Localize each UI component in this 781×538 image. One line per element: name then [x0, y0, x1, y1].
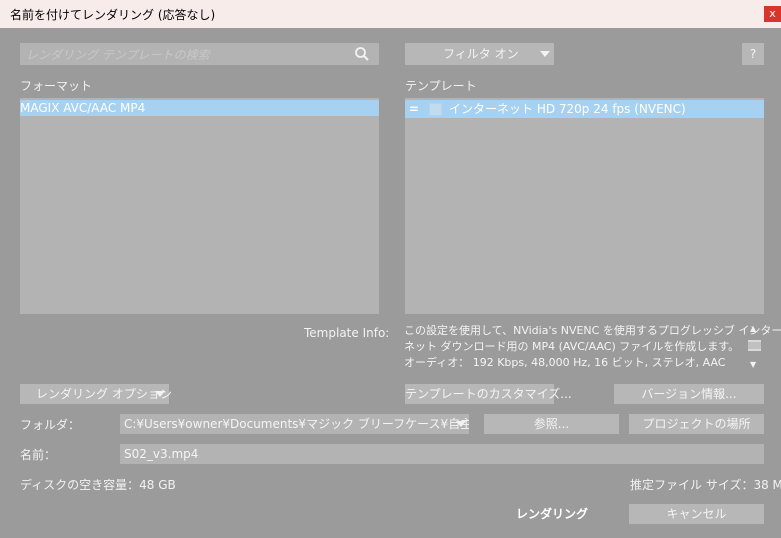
name-label: 名前： [20, 448, 57, 462]
version-info-button[interactable]: バージョン情報... [614, 384, 764, 404]
format-item-selected[interactable]: MAGIX AVC/AAC MP4 [20, 100, 379, 116]
template-list[interactable]: = インターネット HD 720p 24 fps (NVENC) [405, 98, 764, 314]
folder-path-value: C:¥Users¥owner¥Documents¥マジック ブリーフケース¥自主… [124, 417, 469, 431]
template-info-text: この設定を使用して、NVidia's NVENC を使用するプログレッシブ イン… [404, 323, 781, 373]
close-button[interactable]: x [764, 6, 781, 22]
disk-free-space: ディスクの空き容量：48 GB [20, 478, 176, 492]
render-as-dialog: 名前を付けてレンダリング (応答なし) x レンダリング テンプレートの検索 フ… [0, 0, 781, 538]
info-scrollbar[interactable]: ▲ ▼ [746, 324, 762, 372]
render-options-dropdown[interactable]: レンダリング オプション [20, 384, 172, 404]
search-placeholder: レンダリング テンプレートの検索 [26, 48, 210, 62]
window-title: 名前を付けてレンダリング (応答なし) [10, 8, 216, 22]
project-location-button[interactable]: プロジェクトの場所 [629, 414, 764, 434]
template-item-label: インターネット HD 720p 24 fps (NVENC) [449, 102, 686, 116]
info-line: ネット ダウンロード用の MP4 (AVC/AAC) ファイルを作成します。 [404, 340, 740, 353]
estimated-file-size: 推定ファイル サイズ：38 MB [630, 478, 781, 492]
render-button[interactable]: レンダリング [496, 504, 608, 524]
browse-button[interactable]: 参照... [484, 414, 619, 434]
format-heading: フォーマット [20, 79, 93, 93]
folder-path-dropdown[interactable]: C:¥Users¥owner¥Documents¥マジック ブリーフケース¥自主… [120, 414, 469, 434]
drag-handle-icon[interactable]: = [409, 100, 419, 118]
customize-template-button[interactable]: テンプレートのカスタマイズ... [405, 384, 572, 404]
template-heading: テンプレート [405, 79, 477, 93]
scroll-thumb[interactable] [748, 340, 761, 351]
help-button[interactable]: ? [742, 43, 764, 65]
filter-dropdown[interactable]: フィルタ オン [405, 43, 554, 65]
scroll-down-icon[interactable]: ▼ [750, 360, 756, 369]
title-bar: 名前を付けてレンダリング (応答なし) x [0, 0, 781, 28]
info-line: オーディオ： 192 Kbps, 48,000 Hz, 16 ビット, ステレオ… [404, 356, 726, 369]
info-line: この設定を使用して、NVidia's NVENC を使用するプログレッシブ イン… [404, 324, 781, 337]
template-item-selected[interactable]: = インターネット HD 720p 24 fps (NVENC) [405, 100, 764, 118]
template-checkbox[interactable] [429, 103, 442, 116]
chevron-down-icon [456, 421, 466, 427]
search-icon[interactable] [354, 46, 370, 62]
render-options-label: レンダリング オプション [36, 387, 172, 401]
template-search-input[interactable]: レンダリング テンプレートの検索 [20, 43, 379, 65]
filter-label: フィルタ オン [443, 47, 519, 61]
file-name-input[interactable]: S02_v3.mp4 [120, 444, 764, 464]
format-list[interactable]: MAGIX AVC/AAC MP4 [20, 98, 379, 314]
scroll-up-icon[interactable]: ▲ [750, 324, 756, 333]
template-info-label: Template Info: [304, 326, 390, 340]
chevron-down-icon [155, 391, 165, 397]
chevron-down-icon [540, 51, 550, 57]
folder-label: フォルダ： [20, 418, 81, 432]
cancel-button[interactable]: キャンセル [629, 504, 764, 524]
